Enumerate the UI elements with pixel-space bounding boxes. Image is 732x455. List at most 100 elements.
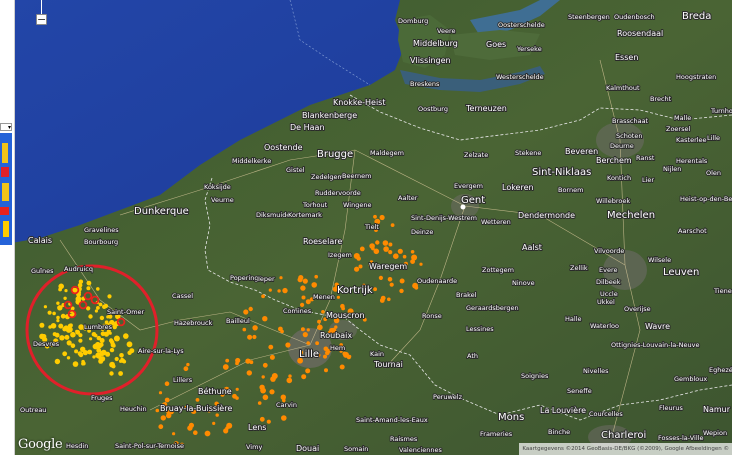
incident-marker[interactable]	[43, 305, 48, 309]
incident-marker[interactable]	[52, 311, 56, 316]
incident-marker[interactable]	[397, 248, 403, 254]
incident-marker[interactable]	[383, 246, 389, 252]
incident-marker[interactable]	[58, 283, 64, 290]
incident-marker[interactable]	[247, 334, 253, 340]
incident-marker[interactable]	[302, 332, 308, 338]
incident-marker[interactable]	[387, 297, 391, 302]
incident-marker[interactable]	[268, 288, 272, 292]
incident-marker[interactable]	[92, 355, 96, 359]
incident-marker[interactable]	[375, 240, 380, 245]
incident-marker[interactable]	[410, 250, 415, 254]
incident-marker[interactable]	[94, 309, 98, 313]
incident-marker[interactable]	[288, 374, 292, 378]
incident-marker[interactable]	[390, 223, 395, 228]
incident-marker[interactable]	[259, 384, 265, 390]
incident-marker[interactable]	[66, 356, 71, 360]
incident-marker[interactable]	[54, 332, 60, 338]
incident-marker[interactable]	[281, 415, 287, 421]
incident-marker[interactable]	[72, 361, 79, 367]
incident-marker[interactable]	[47, 310, 52, 315]
incident-marker[interactable]	[321, 310, 325, 314]
incident-marker[interactable]	[225, 358, 230, 363]
incident-marker[interactable]	[166, 412, 172, 419]
incident-marker[interactable]	[164, 381, 170, 387]
incident-marker[interactable]	[235, 357, 241, 364]
incident-marker[interactable]	[305, 299, 311, 305]
incident-marker[interactable]	[257, 401, 262, 405]
incident-marker[interactable]	[277, 289, 281, 293]
incident-marker[interactable]	[261, 294, 265, 299]
incident-marker[interactable]	[306, 341, 311, 345]
incident-marker[interactable]	[113, 335, 120, 342]
incident-marker[interactable]	[248, 306, 253, 312]
incident-marker[interactable]	[195, 398, 200, 402]
incident-marker[interactable]	[235, 387, 239, 391]
incident-marker[interactable]	[353, 253, 360, 259]
incident-marker[interactable]	[315, 341, 319, 346]
incident-marker[interactable]	[226, 422, 233, 429]
incident-marker[interactable]	[74, 349, 79, 354]
incident-marker[interactable]	[70, 331, 76, 338]
incident-marker[interactable]	[336, 295, 340, 299]
incident-marker[interactable]	[243, 309, 249, 315]
incident-marker[interactable]	[183, 366, 189, 372]
incident-marker[interactable]	[109, 371, 114, 376]
incident-marker[interactable]	[306, 328, 310, 332]
incident-marker[interactable]	[280, 329, 284, 334]
incident-marker[interactable]	[99, 338, 105, 343]
incident-marker[interactable]	[98, 302, 103, 307]
incident-marker[interactable]	[99, 315, 105, 321]
incident-marker[interactable]	[186, 362, 190, 367]
incident-marker[interactable]	[414, 285, 419, 290]
incident-marker[interactable]	[87, 349, 93, 355]
incident-marker[interactable]	[235, 396, 239, 400]
incident-marker[interactable]	[300, 285, 306, 291]
incident-marker[interactable]	[382, 240, 389, 246]
incident-marker[interactable]	[215, 413, 219, 417]
incident-marker[interactable]	[314, 274, 319, 279]
incident-marker[interactable]	[56, 315, 60, 320]
incident-marker[interactable]	[93, 333, 98, 338]
incident-marker[interactable]	[252, 334, 257, 340]
incident-marker[interactable]	[66, 326, 73, 333]
incident-marker[interactable]	[75, 329, 79, 334]
incident-marker[interactable]	[286, 377, 293, 384]
incident-marker[interactable]	[96, 306, 100, 310]
incident-marker[interactable]	[63, 296, 67, 300]
incident-marker[interactable]	[103, 331, 109, 337]
incident-marker[interactable]	[86, 280, 92, 286]
incident-marker[interactable]	[340, 303, 345, 309]
incident-marker[interactable]	[399, 288, 404, 294]
incident-marker[interactable]	[246, 370, 252, 376]
incident-marker[interactable]	[269, 389, 275, 395]
panel-select[interactable]: ▾	[0, 123, 12, 131]
incident-marker[interactable]	[317, 319, 321, 324]
incident-marker[interactable]	[70, 343, 76, 349]
incident-marker[interactable]	[113, 323, 117, 328]
incident-marker[interactable]	[122, 359, 127, 364]
incident-marker[interactable]	[380, 295, 386, 301]
incident-marker[interactable]	[158, 424, 164, 430]
incident-marker[interactable]	[193, 430, 198, 436]
incident-marker[interactable]	[419, 262, 423, 266]
incident-marker[interactable]	[282, 287, 288, 294]
incident-marker[interactable]	[270, 376, 276, 382]
incident-marker[interactable]	[110, 340, 115, 345]
incident-marker[interactable]	[261, 375, 265, 379]
zoom-out-button[interactable]: −	[36, 14, 47, 25]
incident-marker[interactable]	[212, 421, 216, 425]
incident-marker[interactable]	[77, 351, 83, 356]
incident-marker[interactable]	[359, 246, 365, 252]
incident-marker[interactable]	[317, 324, 323, 331]
incident-marker[interactable]	[62, 326, 67, 332]
incident-marker[interactable]	[249, 360, 254, 365]
incident-marker[interactable]	[94, 342, 101, 349]
incident-marker[interactable]	[388, 250, 393, 255]
incident-marker[interactable]	[311, 282, 318, 288]
incident-marker[interactable]	[373, 248, 380, 255]
incident-marker[interactable]	[373, 214, 377, 219]
incident-marker[interactable]	[58, 323, 64, 329]
incident-marker[interactable]	[302, 278, 308, 284]
incident-marker[interactable]	[379, 214, 385, 221]
incident-marker[interactable]	[88, 314, 93, 319]
